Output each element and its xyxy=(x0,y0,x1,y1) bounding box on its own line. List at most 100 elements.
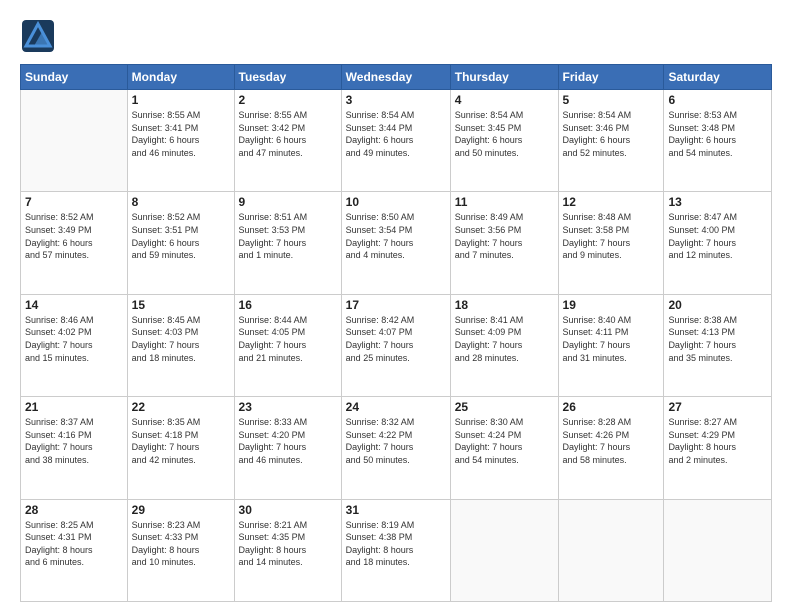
day-number: 1 xyxy=(132,93,230,107)
calendar-week-row: 1 Sunrise: 8:55 AMSunset: 3:41 PMDaylight… xyxy=(21,90,772,192)
day-info: Sunrise: 8:25 AMSunset: 4:31 PMDaylight:… xyxy=(25,519,123,569)
calendar-day-cell: 21 Sunrise: 8:37 AMSunset: 4:16 PMDayligh… xyxy=(21,397,128,499)
day-number: 23 xyxy=(239,400,337,414)
calendar-day-header: Wednesday xyxy=(341,65,450,90)
day-info: Sunrise: 8:54 AMSunset: 3:44 PMDaylight:… xyxy=(346,109,446,159)
logo xyxy=(20,18,64,54)
calendar-week-row: 21 Sunrise: 8:37 AMSunset: 4:16 PMDayligh… xyxy=(21,397,772,499)
day-number: 28 xyxy=(25,503,123,517)
day-info: Sunrise: 8:45 AMSunset: 4:03 PMDaylight:… xyxy=(132,314,230,364)
day-number: 24 xyxy=(346,400,446,414)
calendar-day-cell: 25 Sunrise: 8:30 AMSunset: 4:24 PMDayligh… xyxy=(450,397,558,499)
calendar-day-cell xyxy=(664,499,772,601)
day-number: 15 xyxy=(132,298,230,312)
day-number: 27 xyxy=(668,400,767,414)
calendar-day-cell: 19 Sunrise: 8:40 AMSunset: 4:11 PMDayligh… xyxy=(558,294,664,396)
calendar-day-header: Friday xyxy=(558,65,664,90)
calendar-week-row: 7 Sunrise: 8:52 AMSunset: 3:49 PMDaylight… xyxy=(21,192,772,294)
day-number: 22 xyxy=(132,400,230,414)
day-info: Sunrise: 8:50 AMSunset: 3:54 PMDaylight:… xyxy=(346,211,446,261)
day-number: 29 xyxy=(132,503,230,517)
day-info: Sunrise: 8:32 AMSunset: 4:22 PMDaylight:… xyxy=(346,416,446,466)
calendar-day-cell: 17 Sunrise: 8:42 AMSunset: 4:07 PMDayligh… xyxy=(341,294,450,396)
day-number: 16 xyxy=(239,298,337,312)
day-number: 6 xyxy=(668,93,767,107)
calendar-week-row: 14 Sunrise: 8:46 AMSunset: 4:02 PMDayligh… xyxy=(21,294,772,396)
calendar-day-cell: 3 Sunrise: 8:54 AMSunset: 3:44 PMDaylight… xyxy=(341,90,450,192)
calendar-day-cell: 28 Sunrise: 8:25 AMSunset: 4:31 PMDayligh… xyxy=(21,499,128,601)
calendar-header-row: SundayMondayTuesdayWednesdayThursdayFrid… xyxy=(21,65,772,90)
day-info: Sunrise: 8:33 AMSunset: 4:20 PMDaylight:… xyxy=(239,416,337,466)
day-number: 19 xyxy=(563,298,660,312)
day-info: Sunrise: 8:23 AMSunset: 4:33 PMDaylight:… xyxy=(132,519,230,569)
day-info: Sunrise: 8:41 AMSunset: 4:09 PMDaylight:… xyxy=(455,314,554,364)
day-info: Sunrise: 8:53 AMSunset: 3:48 PMDaylight:… xyxy=(668,109,767,159)
calendar-day-cell: 10 Sunrise: 8:50 AMSunset: 3:54 PMDayligh… xyxy=(341,192,450,294)
day-info: Sunrise: 8:38 AMSunset: 4:13 PMDaylight:… xyxy=(668,314,767,364)
day-number: 3 xyxy=(346,93,446,107)
calendar-day-cell: 12 Sunrise: 8:48 AMSunset: 3:58 PMDayligh… xyxy=(558,192,664,294)
day-info: Sunrise: 8:48 AMSunset: 3:58 PMDaylight:… xyxy=(563,211,660,261)
day-number: 26 xyxy=(563,400,660,414)
calendar-day-cell: 5 Sunrise: 8:54 AMSunset: 3:46 PMDaylight… xyxy=(558,90,664,192)
calendar-day-cell xyxy=(21,90,128,192)
day-number: 13 xyxy=(668,195,767,209)
day-number: 17 xyxy=(346,298,446,312)
header xyxy=(20,18,772,54)
calendar-day-cell: 7 Sunrise: 8:52 AMSunset: 3:49 PMDaylight… xyxy=(21,192,128,294)
day-info: Sunrise: 8:27 AMSunset: 4:29 PMDaylight:… xyxy=(668,416,767,466)
day-info: Sunrise: 8:52 AMSunset: 3:49 PMDaylight:… xyxy=(25,211,123,261)
calendar-day-cell: 23 Sunrise: 8:33 AMSunset: 4:20 PMDayligh… xyxy=(234,397,341,499)
calendar-day-header: Sunday xyxy=(21,65,128,90)
day-info: Sunrise: 8:54 AMSunset: 3:46 PMDaylight:… xyxy=(563,109,660,159)
day-number: 14 xyxy=(25,298,123,312)
day-number: 4 xyxy=(455,93,554,107)
day-number: 7 xyxy=(25,195,123,209)
day-info: Sunrise: 8:30 AMSunset: 4:24 PMDaylight:… xyxy=(455,416,554,466)
calendar-day-cell: 30 Sunrise: 8:21 AMSunset: 4:35 PMDayligh… xyxy=(234,499,341,601)
day-info: Sunrise: 8:40 AMSunset: 4:11 PMDaylight:… xyxy=(563,314,660,364)
calendar-day-cell: 8Sunrise: 8:52 AMSunset: 3:51 PMDaylight… xyxy=(127,192,234,294)
day-number: 12 xyxy=(563,195,660,209)
day-info: Sunrise: 8:44 AMSunset: 4:05 PMDaylight:… xyxy=(239,314,337,364)
day-number: 25 xyxy=(455,400,554,414)
calendar-day-header: Thursday xyxy=(450,65,558,90)
day-info: Sunrise: 8:42 AMSunset: 4:07 PMDaylight:… xyxy=(346,314,446,364)
page: SundayMondayTuesdayWednesdayThursdayFrid… xyxy=(0,0,792,612)
day-info: Sunrise: 8:37 AMSunset: 4:16 PMDaylight:… xyxy=(25,416,123,466)
calendar-day-cell: 14 Sunrise: 8:46 AMSunset: 4:02 PMDayligh… xyxy=(21,294,128,396)
day-info: Sunrise: 8:51 AMSunset: 3:53 PMDaylight:… xyxy=(239,211,337,261)
calendar-day-cell xyxy=(558,499,664,601)
day-info: Sunrise: 8:52 AMSunset: 3:51 PMDaylight:… xyxy=(132,211,230,261)
calendar-day-cell: 6 Sunrise: 8:53 AMSunset: 3:48 PMDaylight… xyxy=(664,90,772,192)
calendar-week-row: 28 Sunrise: 8:25 AMSunset: 4:31 PMDayligh… xyxy=(21,499,772,601)
calendar-day-cell: 15 Sunrise: 8:45 AMSunset: 4:03 PMDayligh… xyxy=(127,294,234,396)
calendar-day-cell: 1 Sunrise: 8:55 AMSunset: 3:41 PMDaylight… xyxy=(127,90,234,192)
day-number: 20 xyxy=(668,298,767,312)
calendar-day-cell: 18Sunrise: 8:41 AMSunset: 4:09 PMDayligh… xyxy=(450,294,558,396)
day-info: Sunrise: 8:54 AMSunset: 3:45 PMDaylight:… xyxy=(455,109,554,159)
calendar-day-header: Monday xyxy=(127,65,234,90)
calendar-day-cell: 9 Sunrise: 8:51 AMSunset: 3:53 PMDaylight… xyxy=(234,192,341,294)
calendar-day-cell: 16 Sunrise: 8:44 AMSunset: 4:05 PMDayligh… xyxy=(234,294,341,396)
day-number: 9 xyxy=(239,195,337,209)
calendar-day-cell: 22Sunrise: 8:35 AMSunset: 4:18 PMDayligh… xyxy=(127,397,234,499)
calendar-day-cell: 13Sunrise: 8:47 AMSunset: 4:00 PMDayligh… xyxy=(664,192,772,294)
day-info: Sunrise: 8:49 AMSunset: 3:56 PMDaylight:… xyxy=(455,211,554,261)
day-info: Sunrise: 8:55 AMSunset: 3:41 PMDaylight:… xyxy=(132,109,230,159)
calendar-table: SundayMondayTuesdayWednesdayThursdayFrid… xyxy=(20,64,772,602)
calendar-day-cell: 27 Sunrise: 8:27 AMSunset: 4:29 PMDayligh… xyxy=(664,397,772,499)
day-number: 10 xyxy=(346,195,446,209)
calendar-day-cell xyxy=(450,499,558,601)
calendar-day-header: Tuesday xyxy=(234,65,341,90)
calendar-day-cell: 2Sunrise: 8:55 AMSunset: 3:42 PMDaylight… xyxy=(234,90,341,192)
calendar-day-cell: 29 Sunrise: 8:23 AMSunset: 4:33 PMDayligh… xyxy=(127,499,234,601)
day-number: 30 xyxy=(239,503,337,517)
calendar-day-header: Saturday xyxy=(664,65,772,90)
day-number: 21 xyxy=(25,400,123,414)
day-number: 5 xyxy=(563,93,660,107)
day-info: Sunrise: 8:46 AMSunset: 4:02 PMDaylight:… xyxy=(25,314,123,364)
day-number: 11 xyxy=(455,195,554,209)
calendar-day-cell: 11 Sunrise: 8:49 AMSunset: 3:56 PMDayligh… xyxy=(450,192,558,294)
day-info: Sunrise: 8:21 AMSunset: 4:35 PMDaylight:… xyxy=(239,519,337,569)
